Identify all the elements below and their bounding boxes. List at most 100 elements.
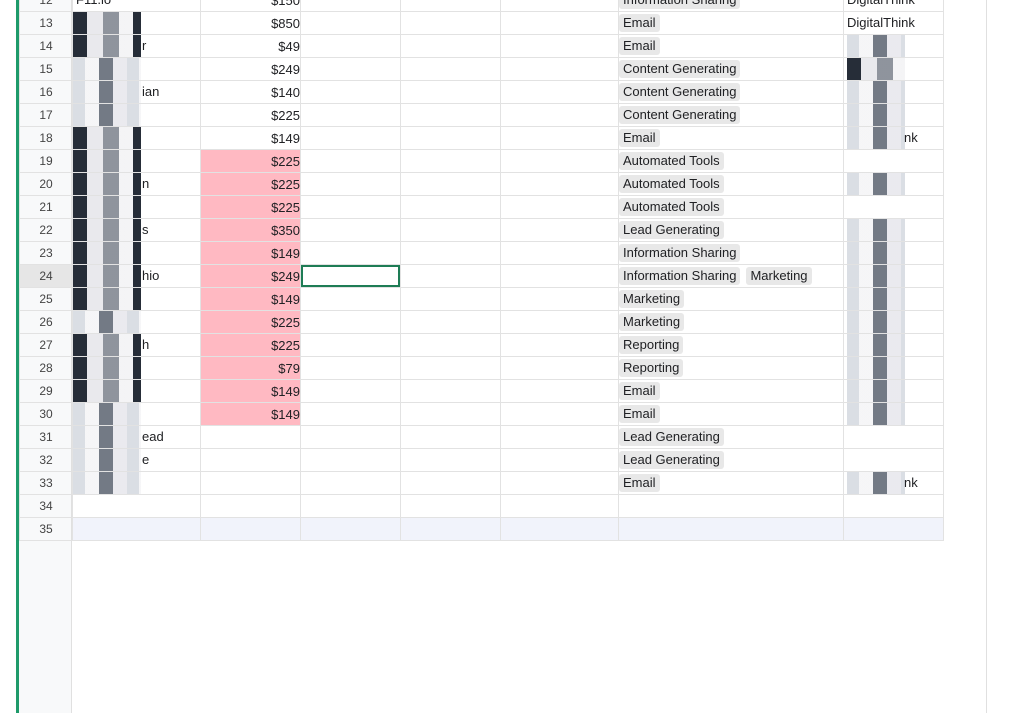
category-chip[interactable]: Lead Generating <box>619 428 724 446</box>
cell-price[interactable]: $149 <box>200 126 301 150</box>
cell-empty[interactable] <box>500 402 619 426</box>
cell-price[interactable]: $249 <box>200 57 301 81</box>
cell-price[interactable] <box>200 448 301 472</box>
cell-empty[interactable] <box>500 287 619 311</box>
cell-tool-name[interactable] <box>72 11 201 35</box>
cell-category[interactable] <box>618 517 844 541</box>
cell-empty[interactable] <box>300 149 401 173</box>
row-number[interactable]: 32 <box>19 448 73 472</box>
cell-empty[interactable] <box>300 241 401 265</box>
cell-empty[interactable] <box>500 11 619 35</box>
cell-source[interactable] <box>843 517 944 541</box>
cell-empty[interactable] <box>300 425 401 449</box>
cell-empty[interactable] <box>300 34 401 58</box>
cell-price[interactable]: $149 <box>200 402 301 426</box>
cell-category[interactable]: Lead Generating <box>618 218 844 242</box>
category-chip[interactable]: Email <box>619 382 660 400</box>
cell-price[interactable] <box>200 425 301 449</box>
row-number[interactable]: 30 <box>19 402 73 426</box>
category-chip[interactable]: Information Sharing <box>619 0 741 9</box>
category-chip[interactable]: Content Generating <box>619 106 741 124</box>
cell-category[interactable]: Information Sharing <box>618 241 844 265</box>
cell-price[interactable] <box>200 471 301 495</box>
cell-empty[interactable] <box>500 172 619 196</box>
cell-empty[interactable] <box>400 379 501 403</box>
cell-empty[interactable] <box>400 34 501 58</box>
cell-tool-name[interactable] <box>72 517 201 541</box>
cell-price[interactable]: $225 <box>200 195 301 219</box>
cell-empty[interactable] <box>400 448 501 472</box>
cell-price[interactable]: $49 <box>200 34 301 58</box>
cell-price[interactable]: $225 <box>200 310 301 334</box>
cell-empty[interactable] <box>400 310 501 334</box>
category-chip[interactable]: Information Sharing <box>619 244 741 262</box>
cell-source[interactable] <box>843 241 944 265</box>
cell-tool-name[interactable]: n <box>72 172 201 196</box>
cell-empty[interactable] <box>500 103 619 127</box>
cell-price[interactable]: $150 <box>200 0 301 12</box>
category-chip[interactable]: Information Sharing <box>619 267 741 285</box>
cell-empty[interactable] <box>300 11 401 35</box>
cell-empty[interactable] <box>300 494 401 518</box>
category-chip[interactable]: Marketing <box>619 313 685 331</box>
cell-tool-name[interactable]: ead <box>72 425 201 449</box>
cell-empty[interactable] <box>500 333 619 357</box>
cell-source[interactable] <box>843 310 944 334</box>
cell-source[interactable] <box>843 149 944 173</box>
cell-empty[interactable] <box>400 11 501 35</box>
category-chip[interactable]: Marketing <box>746 267 812 285</box>
cell-empty[interactable] <box>300 103 401 127</box>
row-number[interactable]: 14 <box>19 34 73 58</box>
cell-empty[interactable] <box>400 402 501 426</box>
cell-category[interactable]: Email <box>618 471 844 495</box>
cell-source[interactable]: nk <box>843 126 944 150</box>
cell-empty[interactable] <box>400 356 501 380</box>
cell-empty[interactable] <box>400 517 501 541</box>
category-chip[interactable]: Automated Tools <box>619 152 724 170</box>
cell-empty[interactable] <box>300 356 401 380</box>
cell-price[interactable]: $225 <box>200 333 301 357</box>
cell-tool-name[interactable] <box>72 310 201 334</box>
cell-tool-name[interactable] <box>72 57 201 81</box>
row-number[interactable]: 33 <box>19 471 73 495</box>
cell-source[interactable] <box>843 333 944 357</box>
cell-empty[interactable] <box>500 517 619 541</box>
cell-tool-name[interactable]: e <box>72 448 201 472</box>
category-chip[interactable]: Content Generating <box>619 60 741 78</box>
cell-source[interactable] <box>843 195 944 219</box>
cell-empty[interactable] <box>300 310 401 334</box>
cell-empty[interactable] <box>400 80 501 104</box>
cell-tool-name[interactable] <box>72 471 201 495</box>
cell-source[interactable] <box>843 80 944 104</box>
cell-empty[interactable] <box>300 379 401 403</box>
cell-price[interactable]: $850 <box>200 11 301 35</box>
row-number[interactable]: 16 <box>19 80 73 104</box>
cell-empty[interactable] <box>400 103 501 127</box>
cell-empty[interactable] <box>500 218 619 242</box>
category-chip[interactable]: Automated Tools <box>619 198 724 216</box>
cell-empty[interactable] <box>300 287 401 311</box>
cell-empty[interactable] <box>500 57 619 81</box>
cell-empty[interactable] <box>400 195 501 219</box>
row-number[interactable]: 18 <box>19 126 73 150</box>
cell-source[interactable] <box>843 379 944 403</box>
category-chip[interactable]: Content Generating <box>619 83 741 101</box>
cell-tool-name[interactable]: F11.io <box>72 0 201 12</box>
cell-empty[interactable] <box>400 0 501 12</box>
cell-tool-name[interactable] <box>72 287 201 311</box>
cell-price[interactable]: $225 <box>200 149 301 173</box>
cell-empty[interactable] <box>300 172 401 196</box>
cell-price[interactable]: $225 <box>200 172 301 196</box>
cell-empty[interactable] <box>500 149 619 173</box>
cell-source[interactable]: DigitalThink <box>843 11 944 35</box>
cell-tool-name[interactable] <box>72 494 201 518</box>
row-number[interactable]: 34 <box>19 494 73 518</box>
frozen-pane-divider[interactable] <box>16 0 19 713</box>
row-number[interactable]: 31 <box>19 425 73 449</box>
cell-category[interactable]: Email <box>618 11 844 35</box>
cell-empty[interactable] <box>400 425 501 449</box>
cell-tool-name[interactable]: h <box>72 333 201 357</box>
cell-empty[interactable] <box>400 218 501 242</box>
cell-category[interactable]: Reporting <box>618 333 844 357</box>
row-number[interactable]: 35 <box>19 517 73 541</box>
